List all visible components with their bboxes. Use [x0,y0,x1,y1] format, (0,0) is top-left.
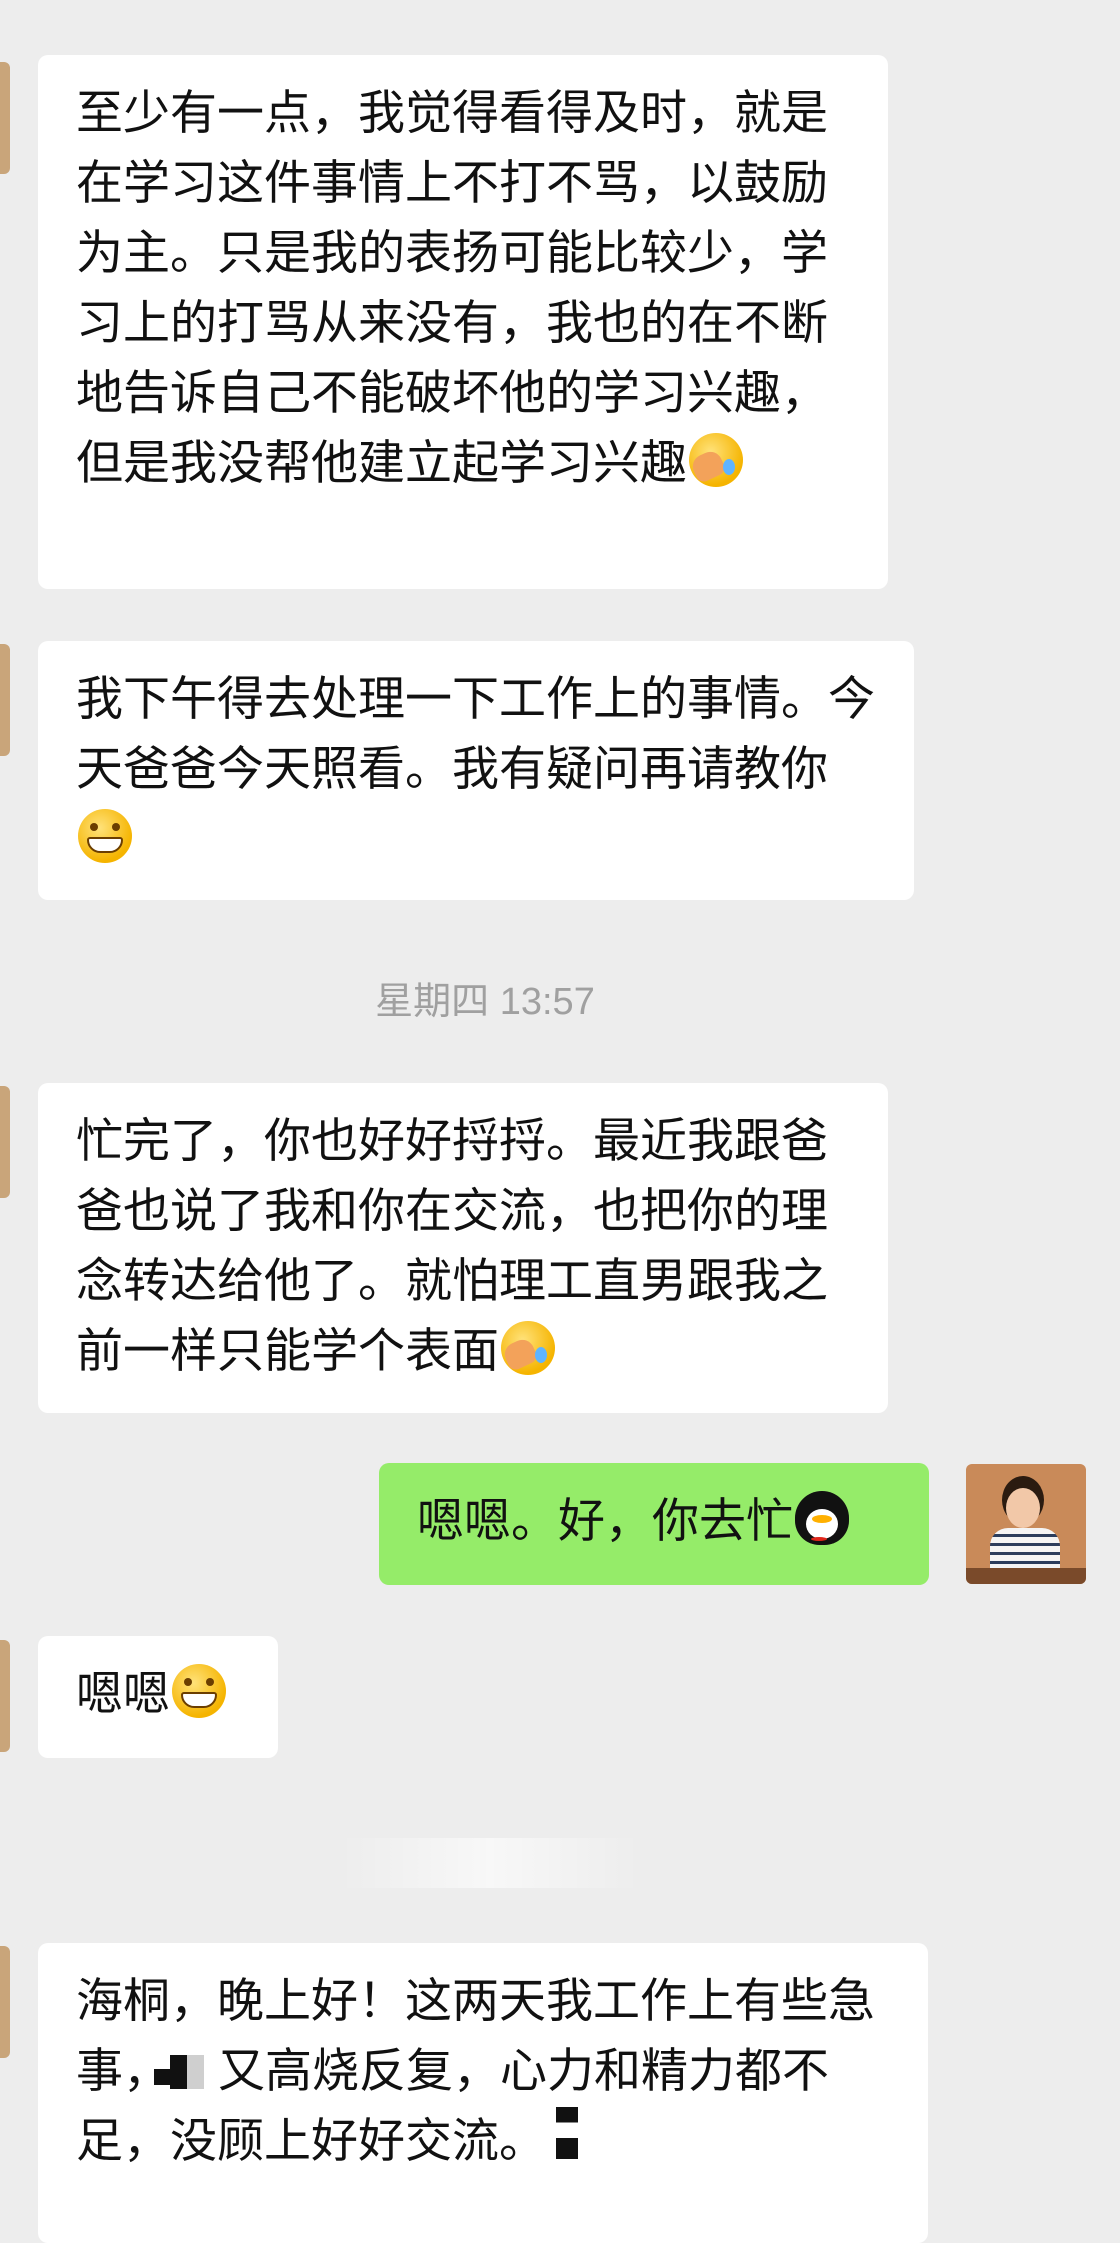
incoming-message-bubble[interactable]: 我下午得去处理一下工作上的事情。今天爸爸今天照看。我有疑问再请教你 [38,641,914,900]
message-text: 嗯嗯 [76,1667,170,1722]
contact-avatar[interactable] [0,62,10,174]
outgoing-message-bubble[interactable]: 嗯嗯。好，你去忙 [379,1463,929,1585]
chat-timestamp: 星期四 13:57 [375,981,595,1023]
contact-avatar[interactable] [0,1086,10,1198]
incoming-message-bubble[interactable]: 嗯嗯 [38,1636,278,1758]
pixelated-emoji-icon [154,2055,204,2089]
contact-avatar[interactable] [0,1946,10,2058]
my-avatar[interactable] [966,1464,1086,1584]
pixelated-emoji-icon [556,2107,578,2159]
avatar-table-shape [966,1568,1086,1584]
avatar-head-shape [1006,1488,1040,1528]
facepalm-emoji-icon [501,1321,555,1375]
incoming-message-bubble[interactable]: 海桐，晚上好！这两天我工作上有些急事， 又高烧反复，心力和精力都不足，没顾上好好交… [38,1943,928,2243]
incoming-message-bubble[interactable]: 至少有一点，我觉得看得及时，就是在学习这件事情上不打不骂，以鼓励为主。只是我的表… [38,55,888,589]
message-text: 至少有一点，我觉得看得及时，就是在学习这件事情上不打不骂，以鼓励为主。只是我的表… [76,86,828,491]
message-text: 我下午得去处理一下工作上的事情。今天爸爸今天照看。我有疑问再请教你 [76,672,875,797]
facepalm-emoji-icon [689,433,743,487]
incoming-message-bubble[interactable]: 忙完了，你也好好捋捋。最近我跟爸爸也说了我和你在交流，也把你的理念转达给他了。就… [38,1083,888,1413]
grin-emoji-icon [172,1664,226,1718]
contact-avatar[interactable] [0,644,10,756]
message-text: 忙完了，你也好好捋捋。最近我跟爸爸也说了我和你在交流，也把你的理念转达给他了。就… [76,1114,828,1379]
grin-emoji-icon [78,809,132,863]
message-text: 嗯嗯。好，你去忙 [417,1494,793,1549]
contact-avatar[interactable] [0,1640,10,1752]
qq-penguin-emoji-icon [795,1491,849,1545]
avatar-body-shape [990,1528,1060,1572]
redacted-region [340,1838,640,1888]
